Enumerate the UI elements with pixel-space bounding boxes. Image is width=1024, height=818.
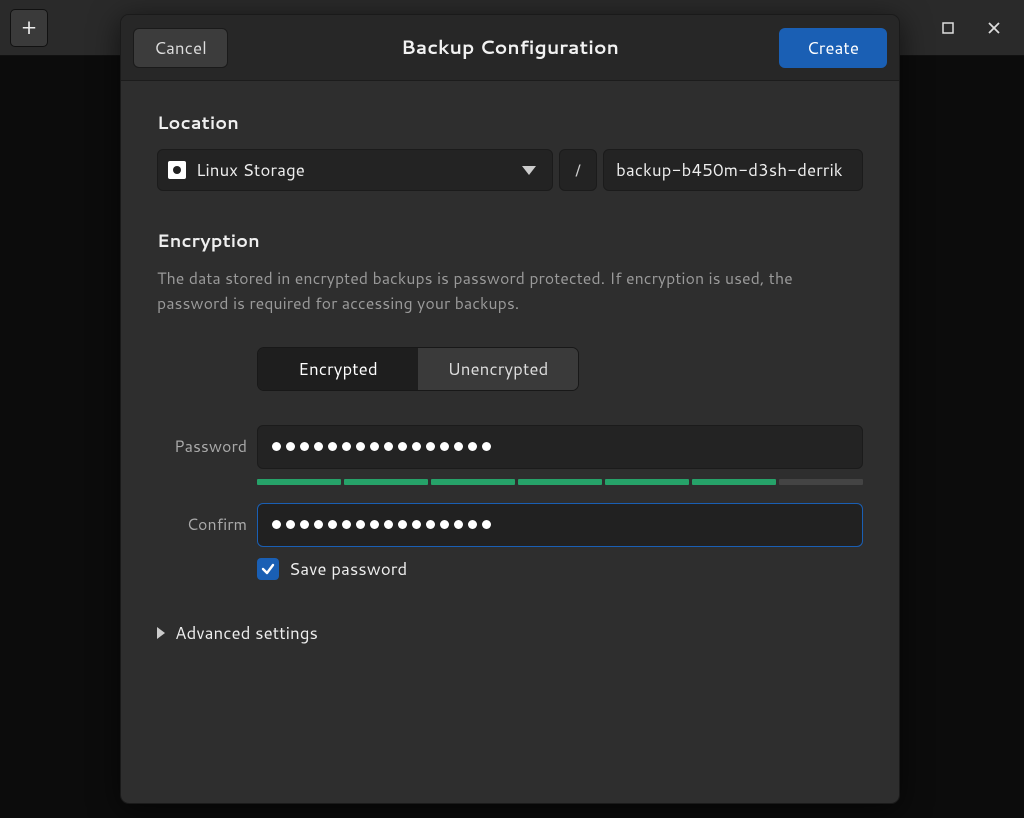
password-dot: [314, 442, 323, 451]
encryption-description: The data stored in encrypted backups is …: [157, 267, 837, 317]
storage-label: Linux Storage: [196, 158, 305, 182]
password-dot: [454, 442, 463, 451]
password-input[interactable]: [257, 425, 863, 469]
cancel-button[interactable]: Cancel: [133, 28, 228, 68]
password-dot: [398, 442, 407, 451]
window-maximize-button[interactable]: [934, 14, 962, 42]
password-label: Password: [157, 435, 247, 458]
password-dot: [370, 520, 379, 529]
save-password-checkbox[interactable]: [257, 558, 279, 580]
strength-segment: [779, 479, 863, 485]
strength-segment: [692, 479, 776, 485]
password-dot: [468, 520, 477, 529]
save-password-row: Save password: [257, 557, 863, 581]
password-dot: [426, 442, 435, 451]
password-dot: [468, 442, 477, 451]
password-dot: [300, 442, 309, 451]
password-dot: [482, 520, 491, 529]
confirm-row: Confirm: [157, 503, 863, 547]
password-strength-meter: [257, 479, 863, 485]
strength-segment: [257, 479, 341, 485]
dialog-body: Location Linux Storage / Encryption The …: [121, 81, 899, 673]
password-dot: [398, 520, 407, 529]
strength-segment: [605, 479, 689, 485]
close-icon: [988, 22, 1000, 34]
strength-segment: [518, 479, 602, 485]
password-dot: [370, 442, 379, 451]
password-dot: [286, 442, 295, 451]
password-dot: [286, 520, 295, 529]
password-dot: [314, 520, 323, 529]
location-heading: Location: [157, 109, 863, 135]
create-button[interactable]: Create: [779, 28, 887, 68]
plus-icon: +: [21, 12, 36, 43]
storage-dropdown[interactable]: Linux Storage: [157, 149, 553, 191]
password-dot: [356, 520, 365, 529]
confirm-password-input[interactable]: [257, 503, 863, 547]
backup-config-dialog: Cancel Backup Configuration Create Locat…: [120, 14, 900, 804]
password-dot: [328, 520, 337, 529]
password-dot: [272, 520, 281, 529]
dialog-header: Cancel Backup Configuration Create: [121, 15, 899, 81]
password-dot: [440, 442, 449, 451]
encryption-heading: Encryption: [157, 227, 863, 253]
maximize-icon: [942, 22, 954, 34]
advanced-settings-label: Advanced settings: [175, 621, 318, 645]
chevron-right-icon: [157, 627, 165, 639]
add-button[interactable]: +: [10, 9, 48, 47]
password-dot: [328, 442, 337, 451]
password-dot: [300, 520, 309, 529]
confirm-label: Confirm: [157, 513, 247, 536]
backup-path-input[interactable]: [603, 149, 863, 191]
path-separator: /: [559, 149, 597, 191]
password-dot: [412, 520, 421, 529]
password-dot: [342, 520, 351, 529]
chevron-down-icon: [522, 166, 536, 175]
password-dot: [454, 520, 463, 529]
password-dot: [342, 442, 351, 451]
password-dot: [426, 520, 435, 529]
password-dot: [440, 520, 449, 529]
encryption-toggle-group: Encrypted Unencrypted: [257, 347, 579, 391]
password-dot: [384, 442, 393, 451]
advanced-settings-toggle[interactable]: Advanced settings: [157, 621, 863, 645]
location-row: Linux Storage /: [157, 149, 863, 191]
password-dot: [384, 520, 393, 529]
strength-segment: [344, 479, 428, 485]
password-dot: [272, 442, 281, 451]
disk-icon: [168, 161, 186, 179]
unencrypted-toggle[interactable]: Unencrypted: [418, 348, 578, 390]
password-row: Password: [157, 425, 863, 469]
window-close-button[interactable]: [980, 14, 1008, 42]
password-dot: [356, 442, 365, 451]
check-icon: [261, 562, 275, 576]
strength-segment: [431, 479, 515, 485]
password-dot: [482, 442, 491, 451]
save-password-label: Save password: [289, 557, 407, 581]
encrypted-toggle[interactable]: Encrypted: [258, 348, 418, 390]
password-dot: [412, 442, 421, 451]
